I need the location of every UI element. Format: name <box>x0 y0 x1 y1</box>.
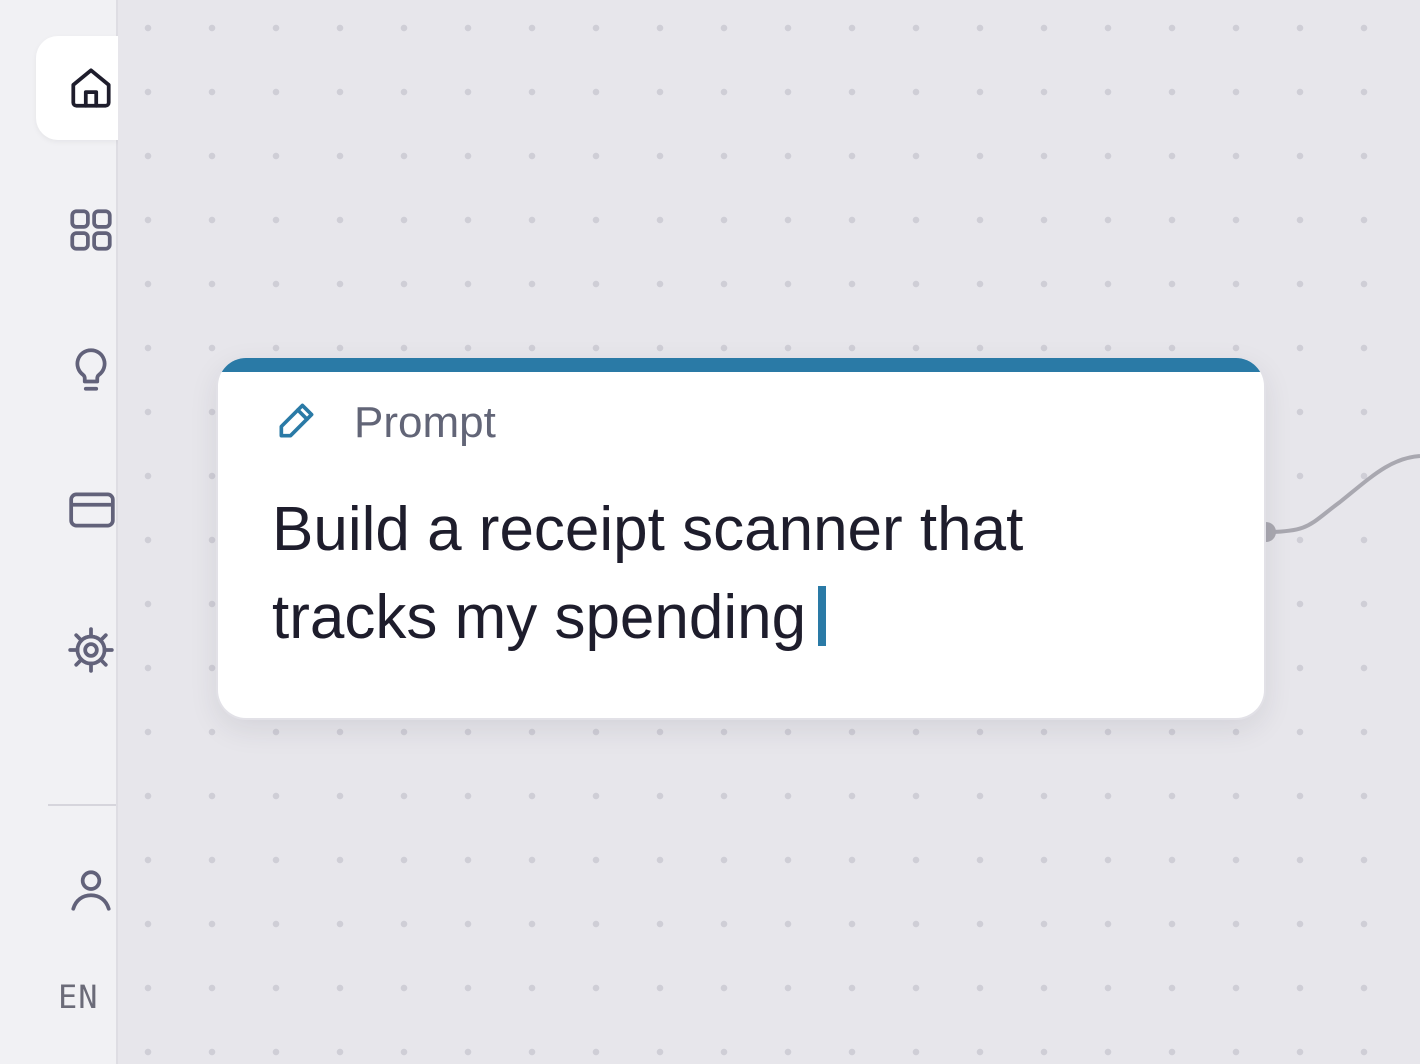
user-icon <box>66 865 116 915</box>
sidebar-divider <box>48 804 116 806</box>
credit-card-icon <box>66 485 118 535</box>
home-icon <box>66 63 116 113</box>
language-switch[interactable]: EN <box>58 978 118 1016</box>
sidebar-item-billing[interactable] <box>36 458 118 562</box>
profile-button[interactable] <box>36 838 118 942</box>
node-title: Prompt <box>354 398 496 447</box>
sidebar-item-home[interactable] <box>36 36 118 140</box>
sidebar: EN <box>0 0 118 1064</box>
sidebar-item-ideas[interactable] <box>36 318 118 422</box>
node-connector <box>1256 454 1420 542</box>
node-header: Prompt <box>274 398 496 448</box>
grid-icon <box>66 205 116 255</box>
text-caret <box>818 586 827 646</box>
pencil-icon <box>274 399 318 448</box>
app-window: EN Prompt Build a receipt scanner that t… <box>0 0 1420 1064</box>
sidebar-item-apps[interactable] <box>36 178 118 282</box>
lightbulb-icon <box>66 345 116 395</box>
node-accent-bar <box>218 358 1264 372</box>
sidebar-item-settings[interactable] <box>36 598 118 702</box>
prompt-text-input[interactable]: Build a receipt scanner that tracks my s… <box>272 486 1172 662</box>
prompt-node[interactable]: Prompt Build a receipt scanner that trac… <box>218 358 1264 718</box>
prompt-text: Build a receipt scanner that tracks my s… <box>272 495 1024 652</box>
gear-icon <box>66 625 116 675</box>
